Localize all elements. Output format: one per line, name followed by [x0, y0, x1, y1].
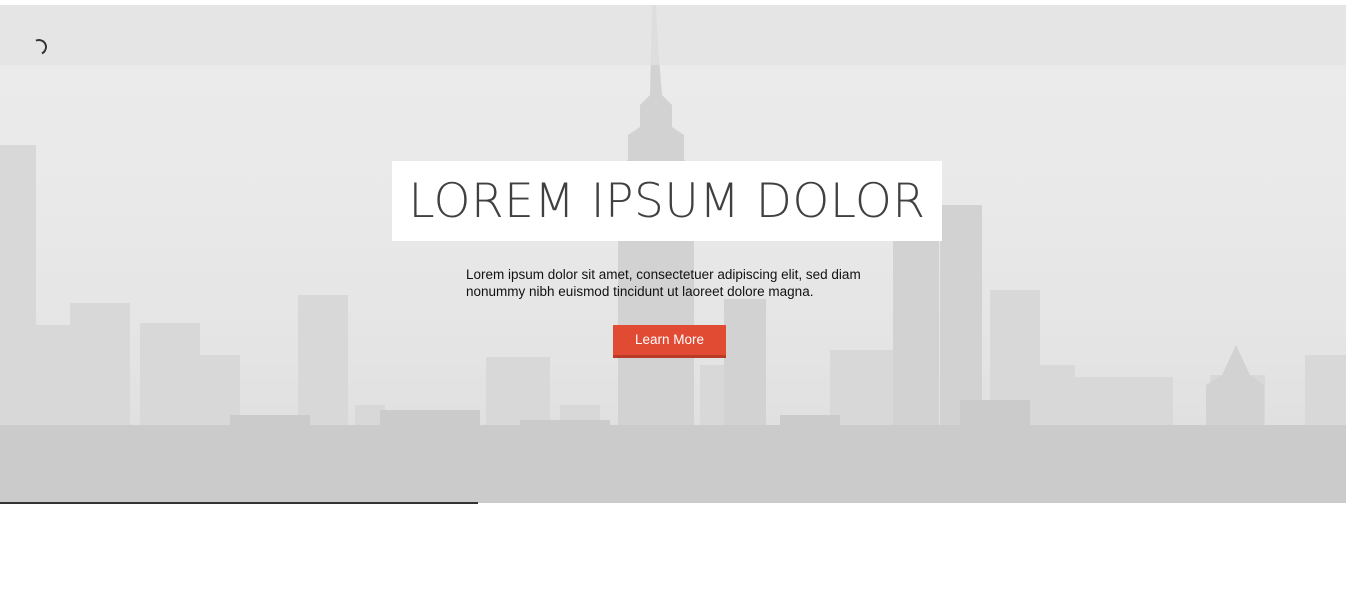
- hero-description-line-1: Lorem ipsum dolor sit amet, consectetuer…: [466, 267, 861, 282]
- city-skyline-image: [0, 5, 1346, 503]
- hero-description: Lorem ipsum dolor sit amet, consectetuer…: [466, 266, 886, 300]
- hero-description-line-2: nonummy nibh euismod tincidunt ut laoree…: [466, 284, 814, 299]
- hero-title: LOREM IPSUM DOLOR: [408, 173, 926, 229]
- slider-progress-bar: [0, 502, 1346, 504]
- learn-more-button[interactable]: Learn More: [613, 325, 726, 358]
- hero-title-box: LOREM IPSUM DOLOR: [392, 161, 942, 241]
- hero-section: LOREM IPSUM DOLOR Lorem ipsum dolor sit …: [0, 5, 1346, 503]
- slider-progress-fill: [0, 502, 478, 504]
